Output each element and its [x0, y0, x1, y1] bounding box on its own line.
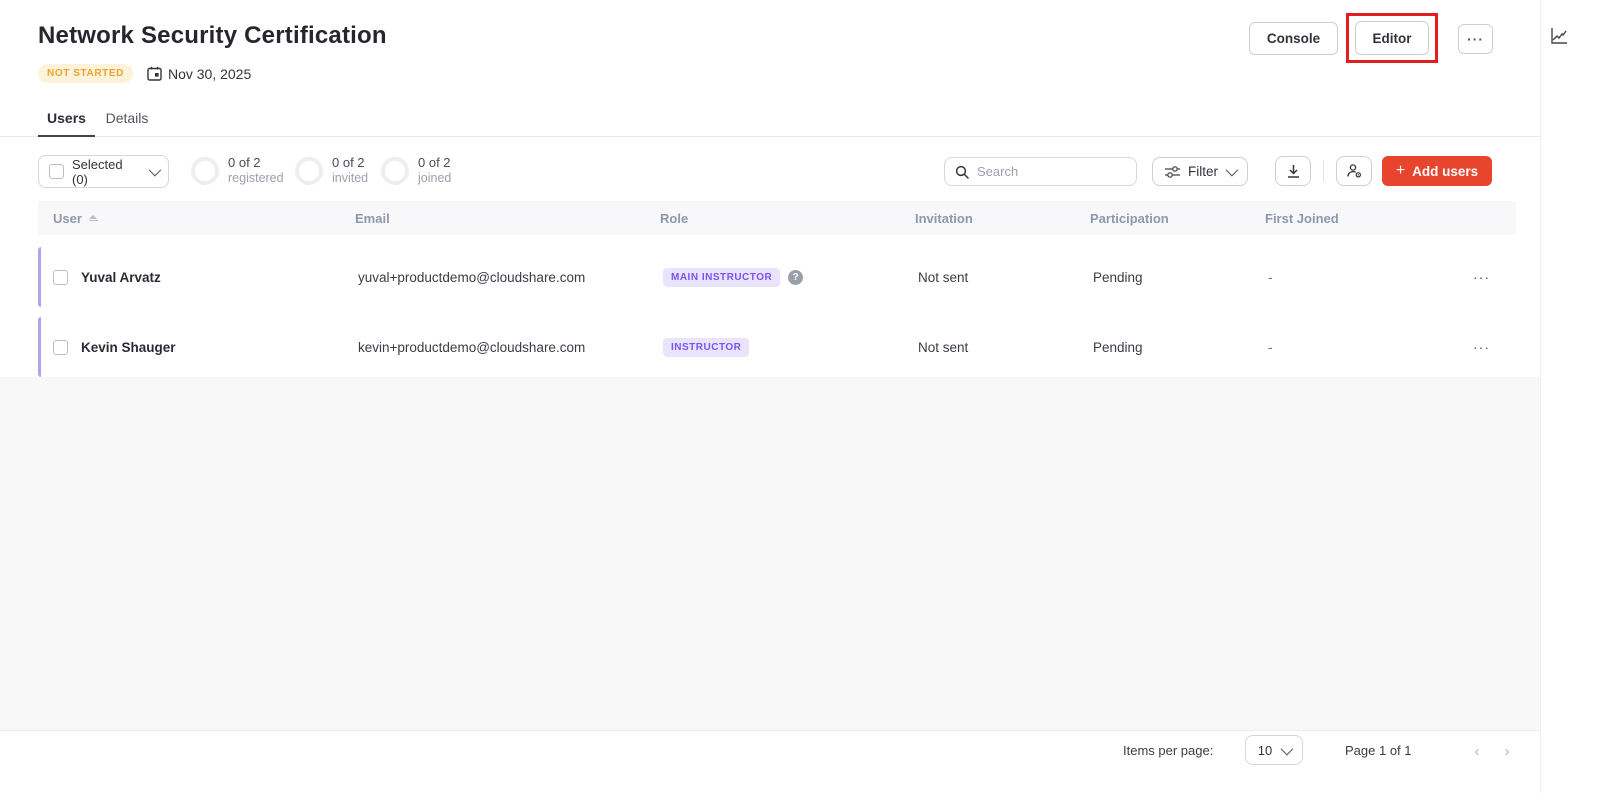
- participation-status: Pending: [1093, 339, 1143, 355]
- invitation-status: Not sent: [918, 269, 969, 285]
- add-users-button[interactable]: + Add users: [1382, 156, 1492, 186]
- editor-highlight-box: Editor: [1346, 13, 1438, 63]
- calendar-icon: [147, 66, 162, 81]
- column-header-participation: Participation: [1090, 210, 1169, 226]
- table-row: Yuval Arvatz yuval+productdemo@cloudshar…: [38, 247, 1516, 307]
- main-content: Network Security Certification NOT START…: [0, 0, 1540, 793]
- user-email: kevin+productdemo@cloudshare.com: [358, 339, 586, 355]
- chevron-down-icon: [1280, 742, 1294, 755]
- filter-button[interactable]: Filter: [1152, 157, 1248, 186]
- column-header-user[interactable]: User: [38, 211, 355, 226]
- line-chart-icon[interactable]: [1549, 26, 1569, 46]
- console-button[interactable]: Console: [1249, 22, 1338, 55]
- filter-label: Filter: [1188, 164, 1218, 179]
- previous-page-button[interactable]: ‹: [1468, 742, 1486, 760]
- invitation-status: Not sent: [918, 339, 969, 355]
- search-icon: [955, 165, 969, 179]
- search-box[interactable]: [944, 157, 1137, 186]
- select-all-checkbox[interactable]: [49, 164, 64, 179]
- stat-value: 0 of 2: [418, 155, 451, 170]
- page-title: Network Security Certification: [38, 22, 387, 49]
- tab-bar: Users Details: [0, 100, 1540, 137]
- items-per-page-value: 10: [1257, 742, 1273, 758]
- user-settings-button[interactable]: [1336, 156, 1372, 186]
- next-page-button[interactable]: ›: [1498, 742, 1516, 760]
- stat-value: 0 of 2: [332, 155, 365, 170]
- editor-button[interactable]: Editor: [1355, 21, 1429, 55]
- stat-joined: 0 of 2 joined: [381, 155, 452, 185]
- column-header-email: Email: [355, 210, 390, 226]
- user-gear-icon: [1346, 163, 1363, 179]
- role-badge: INSTRUCTOR: [663, 337, 750, 357]
- table-header-row: User Email Role Invitation Participation…: [38, 201, 1516, 235]
- column-header-invitation: Invitation: [915, 210, 973, 226]
- row-checkbox[interactable]: [53, 269, 68, 285]
- add-users-label: Add users: [1412, 163, 1479, 179]
- search-input[interactable]: [977, 164, 1117, 179]
- header-more-button[interactable]: ···: [1458, 24, 1493, 54]
- table-row: Kevin Shauger kevin+productdemo@cloudsha…: [38, 317, 1516, 377]
- user-email: yuval+productdemo@cloudshare.com: [358, 269, 586, 285]
- stat-invited: 0 of 2 invited: [295, 155, 369, 185]
- tab-details[interactable]: Details: [104, 100, 150, 136]
- stat-label: joined: [418, 170, 452, 185]
- download-button[interactable]: [1275, 156, 1311, 186]
- first-joined-value: -: [1268, 339, 1273, 355]
- stat-label: invited: [332, 170, 369, 185]
- column-header-role: Role: [660, 210, 689, 226]
- chevron-down-icon: [1225, 163, 1239, 177]
- progress-ring-icon: [381, 156, 409, 185]
- table-empty-area: [0, 377, 1540, 731]
- status-badge: NOT STARTED: [38, 64, 133, 83]
- stat-label: registered: [228, 170, 284, 185]
- row-more-button[interactable]: ···: [1421, 339, 1516, 355]
- items-per-page-select[interactable]: 10: [1245, 735, 1303, 765]
- user-name: Kevin Shauger: [81, 339, 176, 355]
- column-header-label: User: [53, 210, 82, 226]
- status-row: NOT STARTED Nov 30, 2025: [38, 64, 251, 83]
- row-more-button[interactable]: ···: [1421, 269, 1516, 285]
- help-icon[interactable]: ?: [788, 269, 804, 285]
- progress-ring-icon: [191, 156, 219, 185]
- progress-ring-icon: [295, 156, 323, 185]
- plus-icon: +: [1395, 161, 1406, 179]
- stat-value: 0 of 2: [228, 155, 261, 170]
- tab-users[interactable]: Users: [38, 100, 95, 137]
- items-per-page-label: Items per page:: [1123, 743, 1214, 758]
- filter-sliders-icon: [1165, 165, 1180, 179]
- role-badge: MAIN INSTRUCTOR: [663, 267, 781, 287]
- user-name: Yuval Arvatz: [81, 269, 161, 285]
- chevron-down-icon: [148, 163, 162, 177]
- toolbar-divider: [1323, 160, 1324, 182]
- selected-dropdown[interactable]: Selected (0): [38, 155, 169, 188]
- users-table: User Email Role Invitation Participation…: [38, 201, 1516, 387]
- row-checkbox[interactable]: [53, 339, 68, 355]
- sort-icon[interactable]: [88, 214, 98, 222]
- right-rail: [1540, 0, 1600, 793]
- first-joined-value: -: [1268, 269, 1273, 285]
- participation-status: Pending: [1093, 269, 1143, 285]
- date-display: Nov 30, 2025: [147, 66, 251, 82]
- column-header-first-joined: First Joined: [1265, 210, 1339, 226]
- stat-registered: 0 of 2 registered: [191, 155, 284, 185]
- selected-label: Selected (0): [72, 156, 123, 187]
- page-indicator: Page 1 of 1: [1345, 743, 1412, 758]
- date-text: Nov 30, 2025: [167, 65, 252, 82]
- download-icon: [1286, 164, 1301, 179]
